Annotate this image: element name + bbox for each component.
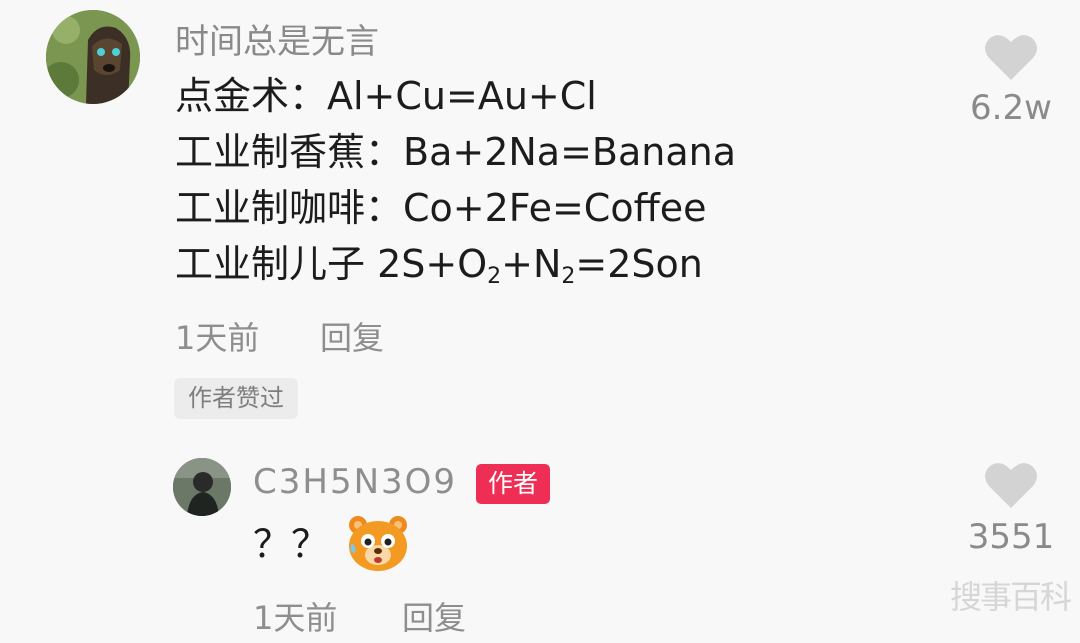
commenter-username[interactable]: 时间总是无言 — [175, 14, 379, 63]
bear-emoji-image — [349, 516, 407, 571]
bear-emoji-icon — [346, 513, 410, 573]
comment-line-4: 工业制儿子 2S+O2+N2=2Son — [175, 242, 703, 299]
commenter-avatar[interactable] — [46, 10, 140, 104]
reply-like-heart-icon[interactable] — [983, 460, 1039, 510]
line4-suffix: =2Son — [575, 242, 703, 286]
reply-username[interactable]: C3H5N3O9 — [253, 462, 457, 502]
subscript-2b: 2 — [561, 264, 576, 289]
reply-like-count: 3551 — [967, 517, 1055, 557]
comment-line-1: 点金术：Al+Cu=Au+Cl — [175, 74, 597, 118]
watermark: 搜事百科 — [950, 578, 1072, 616]
comment-line-2: 工业制香蕉：Ba+2Na=Banana — [175, 130, 737, 174]
line4-mid: +N — [501, 242, 562, 286]
line4-prefix: 工业制儿子 2S+O — [175, 242, 488, 286]
author-badge: 作者 — [476, 464, 551, 504]
author-liked-badge: 作者赞过 — [174, 378, 298, 419]
heart-icon — [985, 35, 1037, 80]
comment-reply-button[interactable]: 回复 — [320, 313, 384, 359]
heart-icon — [985, 463, 1037, 508]
comment-line-3: 工业制咖啡：Co+2Fe=Coffee — [175, 186, 707, 230]
like-heart-icon[interactable] — [983, 32, 1039, 82]
avatar-person-image — [173, 458, 231, 516]
reply-avatar[interactable] — [173, 458, 231, 516]
reply-reply-button[interactable]: 回复 — [402, 593, 466, 639]
reply-text: ？？ — [253, 522, 330, 566]
reply-timestamp: 1天前 — [253, 599, 338, 637]
avatar-dog-image — [46, 10, 140, 104]
subscript-2: 2 — [487, 264, 502, 289]
comment-timestamp: 1天前 — [175, 319, 260, 357]
comment-like-count: 6.2w — [970, 88, 1052, 128]
